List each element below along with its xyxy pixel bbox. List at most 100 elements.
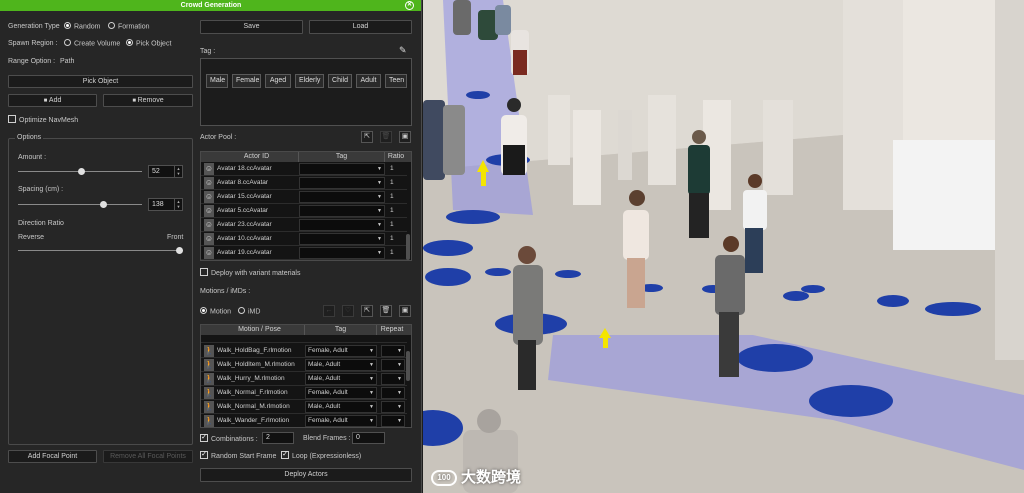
spacing-slider-knob[interactable] — [100, 201, 107, 208]
repeat-dropdown[interactable]: ▼ — [381, 359, 405, 371]
tag-teen[interactable]: Teen — [385, 74, 407, 88]
table-row[interactable]: ☺ Avatar 23.ccAvatar ▼ 1 — [201, 218, 407, 232]
actor-tag-dropdown[interactable]: ▼ — [299, 233, 385, 245]
spacing-slider[interactable] — [18, 201, 142, 208]
tag-elderly[interactable]: Elderly — [295, 74, 324, 88]
actor-ratio-cell[interactable]: 1 — [390, 246, 394, 260]
table-row[interactable]: 🚶 Walk_HoldItem_M.rlmotion Male, Adult ▼ ▼ — [201, 358, 407, 372]
blend-frames-field[interactable]: 0 — [352, 432, 385, 444]
repeat-dropdown[interactable]: ▼ — [381, 415, 405, 427]
spacing-spinbox[interactable]: 138 ▲ ▼ — [148, 198, 183, 211]
combinations-checkbox[interactable]: ✓ Combinations : — [200, 434, 258, 443]
motion-tag-dropdown[interactable]: Male, Adult ▼ — [305, 401, 377, 413]
remove-button[interactable]: ■ Remove — [103, 94, 193, 107]
direction-ratio-slider[interactable] — [18, 247, 183, 254]
radio-imd[interactable]: iMD — [238, 307, 260, 315]
actor-tag-dropdown[interactable]: ▼ — [299, 177, 385, 189]
tag-adult[interactable]: Adult — [356, 74, 381, 88]
radio-pick-object[interactable]: Pick Object — [126, 39, 171, 47]
radio-create-volume[interactable]: Create Volume — [64, 39, 120, 47]
col-motion-pose[interactable]: Motion / Pose — [215, 325, 305, 335]
col-ratio[interactable]: Ratio — [385, 152, 407, 162]
favorite-icon[interactable]: ♡ — [342, 305, 354, 317]
motion-tag-dropdown[interactable]: Female, Adult ▼ — [305, 345, 377, 357]
amount-slider-knob[interactable] — [78, 168, 85, 175]
table-row[interactable]: ☺ Avatar 10.ccAvatar ▼ 1 — [201, 232, 407, 246]
table-row[interactable]: 🚶 Walk_Normal_M.rlmotion Male, Adult ▼ ▼ — [201, 400, 407, 414]
tag-male[interactable]: Male — [206, 74, 228, 88]
actor-tag-dropdown[interactable]: ▼ — [299, 205, 385, 217]
actor-tag-dropdown[interactable]: ▼ — [299, 247, 385, 259]
actor-table-scrollbar[interactable] — [406, 234, 410, 260]
actor-tag-dropdown[interactable]: ▼ — [299, 219, 385, 231]
motion-tag-dropdown[interactable]: Female, Adult ▼ — [305, 415, 377, 427]
col-repeat[interactable]: Repeat — [377, 325, 407, 335]
tag-aged[interactable]: Aged — [265, 74, 291, 88]
motion-tag-dropdown[interactable]: Male, Adult ▼ — [305, 373, 377, 385]
deploy-variant-checkbox[interactable]: Deploy with variant materials — [200, 268, 300, 277]
repeat-dropdown[interactable]: ▼ — [381, 373, 405, 385]
move-up-icon[interactable]: ← — [323, 305, 335, 317]
tag-female[interactable]: Female — [232, 74, 261, 88]
actor-ratio-cell[interactable]: 1 — [390, 204, 394, 218]
motion-tag-dropdown[interactable]: Male, Adult ▼ — [305, 359, 377, 371]
table-row[interactable]: 🚶 Walk_HoldBag_F.rlmotion Female, Adult ▼ ▼ — [201, 344, 407, 358]
actor-ratio-cell[interactable]: 1 — [390, 218, 394, 232]
radio-icon — [108, 22, 115, 29]
save-button[interactable]: Save — [200, 20, 303, 34]
import-icon[interactable]: ⇱ — [361, 131, 373, 143]
motion-tag-dropdown[interactable]: Female, Adult ▼ — [305, 387, 377, 399]
spin-arrows-icon[interactable]: ▲ ▼ — [174, 166, 182, 177]
actor-ratio-cell[interactable]: 1 — [390, 190, 394, 204]
amount-spinbox[interactable]: 52 ▲ ▼ — [148, 165, 183, 178]
deploy-actors-button[interactable]: Deploy Actors — [200, 468, 412, 482]
delete-icon[interactable]: 🗑 — [380, 131, 392, 143]
col-tag[interactable]: Tag — [299, 152, 385, 162]
radio-motion[interactable]: Motion — [200, 307, 231, 315]
table-row[interactable]: 🚶 Walk_Hurry_M.rlmotion Male, Adult ▼ ▼ — [201, 372, 407, 386]
save-list-icon[interactable]: ▣ — [399, 131, 411, 143]
pick-object-button[interactable]: Pick Object — [8, 75, 193, 88]
table-row[interactable]: ☺ Avatar 15.ccAvatar ▼ 1 — [201, 190, 407, 204]
actor-tag-dropdown[interactable]: ▼ — [299, 163, 385, 175]
save-motion-list-icon[interactable]: ▣ — [399, 305, 411, 317]
repeat-dropdown[interactable]: ▼ — [381, 401, 405, 413]
spacing-label: Spacing (cm) : — [18, 186, 64, 193]
col-motion-tag[interactable]: Tag — [305, 325, 377, 335]
actor-ratio-cell[interactable]: 1 — [390, 176, 394, 190]
tag-child[interactable]: Child — [328, 74, 352, 88]
spin-arrows-icon[interactable]: ▲ ▼ — [174, 199, 182, 210]
direction-ratio-knob[interactable] — [176, 247, 183, 254]
table-row[interactable]: ☺ Avatar 8.ccAvatar ▼ 1 — [201, 176, 407, 190]
add-button[interactable]: ■ Add — [8, 94, 97, 107]
col-actor-id[interactable]: Actor ID — [215, 152, 299, 162]
3d-viewport[interactable]: 100 大数跨境 — [423, 0, 1024, 493]
random-start-checkbox[interactable]: ✓ Random Start Frame — [200, 451, 276, 460]
table-row[interactable]: 🚶 Walk_Wander_F.rlmotion Female, Adult ▼ ▼ — [201, 414, 407, 427]
combinations-field[interactable]: 2 — [262, 432, 294, 444]
add-focal-point-button[interactable]: Add Focal Point — [8, 450, 97, 463]
repeat-dropdown[interactable]: ▼ — [381, 345, 405, 357]
close-icon[interactable]: ✕ — [405, 1, 414, 10]
import-motion-icon[interactable]: ⇱ — [361, 305, 373, 317]
delete-motion-icon[interactable]: 🗑 — [380, 305, 392, 317]
optimize-navmesh-checkbox[interactable]: Optimize NavMesh — [8, 115, 78, 124]
radio-random[interactable]: Random — [64, 22, 100, 30]
remove-focal-points-button[interactable]: Remove All Focal Points — [103, 450, 193, 463]
actor-ratio-cell[interactable]: 1 — [390, 232, 394, 246]
load-button[interactable]: Load — [309, 20, 412, 34]
table-row[interactable] — [201, 335, 407, 343]
repeat-dropdown[interactable]: ▼ — [381, 387, 405, 399]
motion-table-scrollbar[interactable] — [406, 351, 410, 381]
amount-slider[interactable] — [18, 168, 142, 175]
radio-formation[interactable]: Formation — [108, 22, 150, 30]
loop-checkbox[interactable]: ✓ Loop (Expressionless) — [281, 451, 361, 460]
table-row[interactable]: 🚶 Walk_Normal_F.rlmotion Female, Adult ▼ ▼ — [201, 386, 407, 400]
actor-tag-dropdown[interactable]: ▼ — [299, 191, 385, 203]
actor-ratio-cell[interactable]: 1 — [390, 162, 394, 176]
table-row[interactable]: ☺ Avatar 18.ccAvatar ▼ 1 — [201, 162, 407, 176]
table-row[interactable]: ☺ Avatar 19.ccAvatar ▼ 1 — [201, 246, 407, 260]
watermark-text: 大数跨境 — [461, 469, 522, 486]
edit-pencil-icon[interactable]: ✎ — [399, 45, 407, 56]
table-row[interactable]: ☺ Avatar 5.ccAvatar ▼ 1 — [201, 204, 407, 218]
